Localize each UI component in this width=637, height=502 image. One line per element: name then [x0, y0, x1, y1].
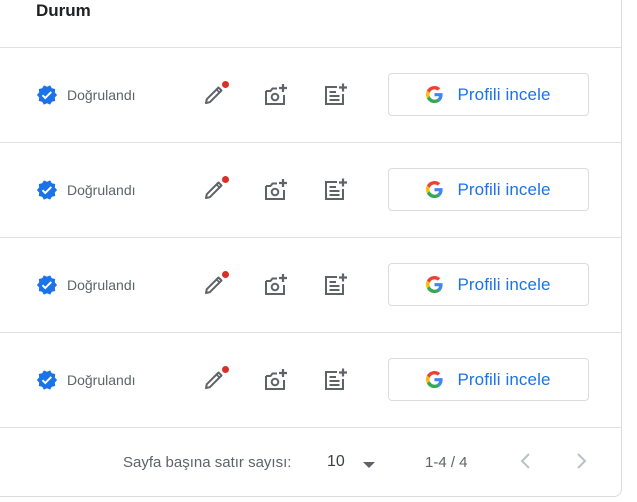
next-page-icon[interactable]: [573, 452, 589, 470]
rows-per-page-value[interactable]: 10: [327, 453, 345, 471]
review-profile-button[interactable]: Profili incele: [388, 358, 589, 401]
table-header: Durum: [0, 0, 621, 48]
add-photo-button[interactable]: [263, 367, 289, 393]
review-profile-label: Profili incele: [457, 179, 551, 199]
status-column-header: Durum: [36, 1, 91, 20]
verified-check-icon: [36, 85, 58, 105]
listing-card: Durum Doğrulandı Profili incele Doğrulan…: [0, 0, 622, 497]
notification-dot: [222, 81, 229, 88]
google-g-icon: [426, 181, 444, 198]
verified-check-icon: [36, 275, 58, 295]
add-post-button[interactable]: [323, 272, 349, 298]
rows-per-page-label: Sayfa başına satır sayısı:: [123, 454, 292, 471]
add-photo-icon: [265, 179, 287, 200]
review-profile-button[interactable]: Profili incele: [388, 168, 589, 211]
review-profile-button[interactable]: Profili incele: [388, 263, 589, 306]
status-label: Doğrulandı: [67, 277, 136, 293]
add-photo-button[interactable]: [263, 82, 289, 108]
notification-dot: [222, 271, 229, 278]
edit-profile-button[interactable]: [201, 176, 229, 203]
previous-page-icon[interactable]: [518, 452, 534, 470]
pagination-footer: Sayfa başına satır sayısı: 10 1-4 / 4: [0, 428, 621, 496]
add-photo-icon: [265, 84, 287, 105]
review-profile-button[interactable]: Profili incele: [388, 73, 589, 116]
add-post-icon: [325, 368, 347, 390]
table-row: Doğrulandı Profili incele: [0, 333, 621, 428]
edit-profile-button[interactable]: [201, 271, 229, 298]
verified-check-icon: [36, 180, 58, 200]
notification-dot: [222, 366, 229, 373]
add-post-button[interactable]: [323, 82, 349, 108]
status-label: Doğrulandı: [67, 182, 136, 198]
review-profile-label: Profili incele: [457, 84, 551, 104]
edit-profile-button[interactable]: [201, 81, 229, 108]
google-g-icon: [426, 371, 444, 388]
google-g-icon: [426, 86, 444, 103]
pagination-range: 1-4 / 4: [425, 454, 468, 471]
status-cell: Doğrulandı: [36, 48, 136, 142]
add-post-button[interactable]: [323, 177, 349, 203]
edit-profile-button[interactable]: [201, 366, 229, 393]
notification-dot: [222, 176, 229, 183]
add-post-button[interactable]: [323, 367, 349, 393]
add-photo-icon: [265, 274, 287, 295]
google-g-icon: [426, 276, 444, 293]
add-photo-button[interactable]: [263, 272, 289, 298]
chevron-down-icon[interactable]: [362, 461, 376, 469]
add-post-icon: [325, 178, 347, 200]
add-post-icon: [325, 273, 347, 295]
add-post-icon: [325, 83, 347, 105]
add-photo-button[interactable]: [263, 177, 289, 203]
review-profile-label: Profili incele: [457, 274, 551, 294]
table-row: Doğrulandı Profili incele: [0, 238, 621, 333]
table-row: Doğrulandı Profili incele: [0, 143, 621, 238]
verified-check-icon: [36, 370, 58, 390]
status-label: Doğrulandı: [67, 372, 136, 388]
status-cell: Doğrulandı: [36, 333, 136, 427]
add-photo-icon: [265, 369, 287, 390]
review-profile-label: Profili incele: [457, 369, 551, 389]
status-cell: Doğrulandı: [36, 238, 136, 332]
status-cell: Doğrulandı: [36, 143, 136, 237]
status-label: Doğrulandı: [67, 87, 136, 103]
table-row: Doğrulandı Profili incele: [0, 48, 621, 143]
